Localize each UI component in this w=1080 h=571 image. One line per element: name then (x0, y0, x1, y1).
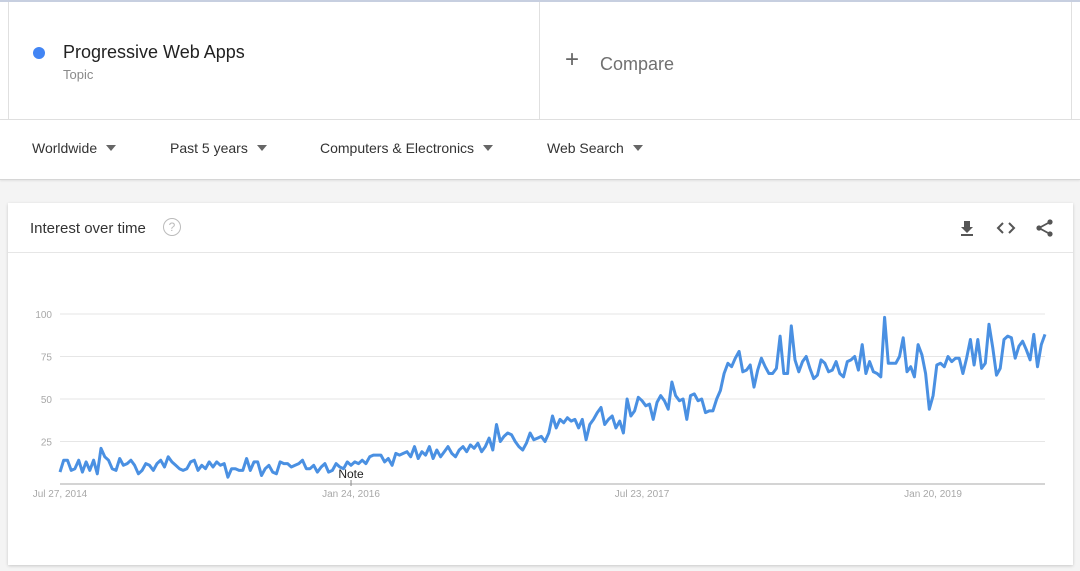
term-type: Topic (63, 67, 94, 82)
filter-search-type-label: Web Search (547, 140, 624, 156)
filter-search-type-dropdown[interactable]: Web Search (547, 140, 643, 156)
compare-button[interactable]: + Compare (540, 2, 1072, 120)
x-tick-label: Jan 24, 2016 (322, 489, 380, 500)
search-terms-bar: Progressive Web Apps Topic + Compare (0, 0, 1080, 120)
y-tick-label: 25 (41, 438, 53, 449)
caret-down-icon (632, 145, 643, 151)
caret-down-icon (483, 145, 494, 151)
term-color-dot (33, 47, 45, 59)
filter-region-label: Worldwide (32, 140, 98, 156)
filter-category-dropdown[interactable]: Computers & Electronics (320, 140, 494, 156)
compare-label: Compare (600, 54, 675, 74)
interest-over-time-card: Interest over time ? 25 50 75 100 Jul 27, 20… (8, 203, 1073, 565)
x-tick-label: Jul 23, 2017 (615, 489, 670, 500)
filter-time-dropdown[interactable]: Past 5 years (170, 140, 267, 156)
plus-icon: + (565, 46, 580, 73)
y-tick-label: 50 (41, 395, 53, 406)
x-tick-label: Jan 20, 2019 (904, 489, 962, 500)
filter-time-label: Past 5 years (170, 140, 248, 156)
filter-bar: Worldwide Past 5 years Computers & Elect… (0, 120, 1080, 180)
y-tick-label: 100 (35, 310, 52, 321)
interest-line-chart[interactable]: 25 50 75 100 Jul 27, 2014 Jan 24, 2016 Jul 23,… (8, 203, 1073, 565)
caret-down-icon (256, 145, 267, 151)
x-tick-label: Jul 27, 2014 (33, 489, 88, 500)
filter-category-label: Computers & Electronics (320, 140, 475, 156)
y-tick-label: 75 (41, 353, 53, 364)
caret-down-icon (106, 145, 117, 151)
search-term-card[interactable]: Progressive Web Apps Topic (8, 2, 540, 120)
series-line (58, 315, 1047, 479)
term-name: Progressive Web Apps (63, 42, 245, 62)
filter-region-dropdown[interactable]: Worldwide (32, 140, 117, 156)
